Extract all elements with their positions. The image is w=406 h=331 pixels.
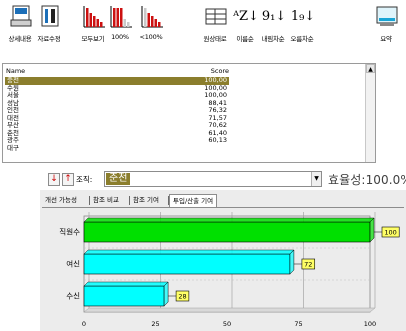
data-label: 28 <box>178 293 186 301</box>
list-scrollbar[interactable]: ▲ <box>365 64 375 162</box>
x-tick-label: 0 <box>82 320 86 328</box>
score-column-header[interactable]: Score <box>202 67 229 75</box>
bar <box>83 285 165 307</box>
list-header: Name Score <box>5 66 229 75</box>
bar-end <box>163 281 169 307</box>
list-item[interactable]: 광주 60,13 <box>5 136 229 145</box>
arrow-down-icon: ↓ <box>50 174 58 184</box>
sort-asc-icon: 1₉↓ <box>290 9 316 24</box>
x-tick-label: 50 <box>223 320 231 328</box>
list-item[interactable]: 수원 100,00 <box>5 84 229 93</box>
data-label: 72 <box>304 261 312 269</box>
tab-reference-contribution[interactable]: 참조 기여 <box>130 194 162 206</box>
edit-data-button[interactable]: 자료수정 <box>29 4 69 44</box>
show-under-100-button[interactable]: <100% <box>131 4 171 44</box>
list-item[interactable]: 서울 100,00 <box>5 91 229 100</box>
y-category-label: 직원수 <box>59 227 80 237</box>
contribution-chart-svg: 0 25 50 75 100 직원수 100 여신 72 수신 28 <box>59 212 400 328</box>
plot-floor <box>83 307 376 313</box>
data-label: 100 <box>384 229 396 237</box>
contribution-chart: 0 25 50 75 100 직원수 100 여신 72 수신 28 <box>42 207 404 331</box>
bar <box>83 221 371 243</box>
edit-data-icon <box>41 5 59 27</box>
bars-under-100-icon <box>141 6 163 28</box>
summary-icon <box>376 6 398 26</box>
results-list[interactable]: Name Score 충전 100,00 수원 100,00 서울 100,00 성남 88,… <box>2 63 376 163</box>
x-tick-label: 75 <box>294 320 302 328</box>
sort-asc-button[interactable]: 1₉↓ 오름차순 <box>282 4 322 44</box>
bar-end <box>369 217 375 243</box>
efficiency-value: 효율성:100.0% <box>328 173 406 187</box>
list-item[interactable]: 성남 88,41 <box>5 99 229 108</box>
list-item[interactable]: 인천 76,32 <box>5 106 229 115</box>
unit-label: 조직: <box>76 175 93 184</box>
list-item-name: 대구 <box>7 143 19 152</box>
efficiency-window: ↓ ↑ 조직: 춘천 ▼ 효율성:100.0% 개선 가능성 참조 비교 참조 … <box>40 168 406 331</box>
scroll-up-icon[interactable]: ▲ <box>366 64 375 73</box>
tab-reference-compare[interactable]: 참조 비교 <box>90 194 122 206</box>
edit-data-label: 자료수정 <box>37 35 61 43</box>
bar-top <box>83 249 295 255</box>
x-tick-label: 25 <box>151 320 159 328</box>
unit-select-value: 춘천 <box>106 173 131 185</box>
list-item-score: 60,13 <box>208 136 227 144</box>
name-column-header[interactable]: Name <box>6 67 25 75</box>
bar-end <box>289 249 295 275</box>
bar <box>83 253 291 275</box>
prev-unit-button[interactable]: ↓ <box>48 173 60 186</box>
summary-button[interactable]: 요약 <box>366 4 406 44</box>
unit-select[interactable]: 춘천 ▼ <box>104 171 322 187</box>
x-tick-label: 100 <box>364 320 376 328</box>
tab-input-output-contribution[interactable]: 투입/산출 기여 <box>169 194 218 207</box>
efficiency-bar: ↓ ↑ 조직: 춘천 ▼ 효율성:100.0% <box>40 168 406 190</box>
summary-label: 요약 <box>380 35 392 43</box>
arrow-up-icon: ↑ <box>64 174 72 184</box>
sort-asc-label: 오름차순 <box>290 35 314 43</box>
next-unit-button[interactable]: ↑ <box>62 173 74 186</box>
tab-improvement[interactable]: 개선 가능성 <box>42 194 80 206</box>
list-item[interactable]: 춘천 61,40 <box>5 129 229 138</box>
y-category-label: 여신 <box>66 259 80 269</box>
toolbar: 상세내용 자료수정 모두보기 100% <100% 원상태로 ᴬZ↓ 이름순 9… <box>0 0 406 48</box>
list-item[interactable]: 부산 70,62 <box>5 121 229 130</box>
y-category-label: 수신 <box>66 292 80 301</box>
list-item[interactable]: 충전 100,00 <box>5 76 229 85</box>
chevron-down-icon[interactable]: ▼ <box>311 172 321 186</box>
bar-top <box>83 281 169 287</box>
list-item[interactable]: 대전 71,57 <box>5 114 229 123</box>
show-under-100-label: <100% <box>139 33 163 41</box>
bar-top <box>83 217 375 223</box>
list-item[interactable]: 대구 <box>5 143 229 153</box>
